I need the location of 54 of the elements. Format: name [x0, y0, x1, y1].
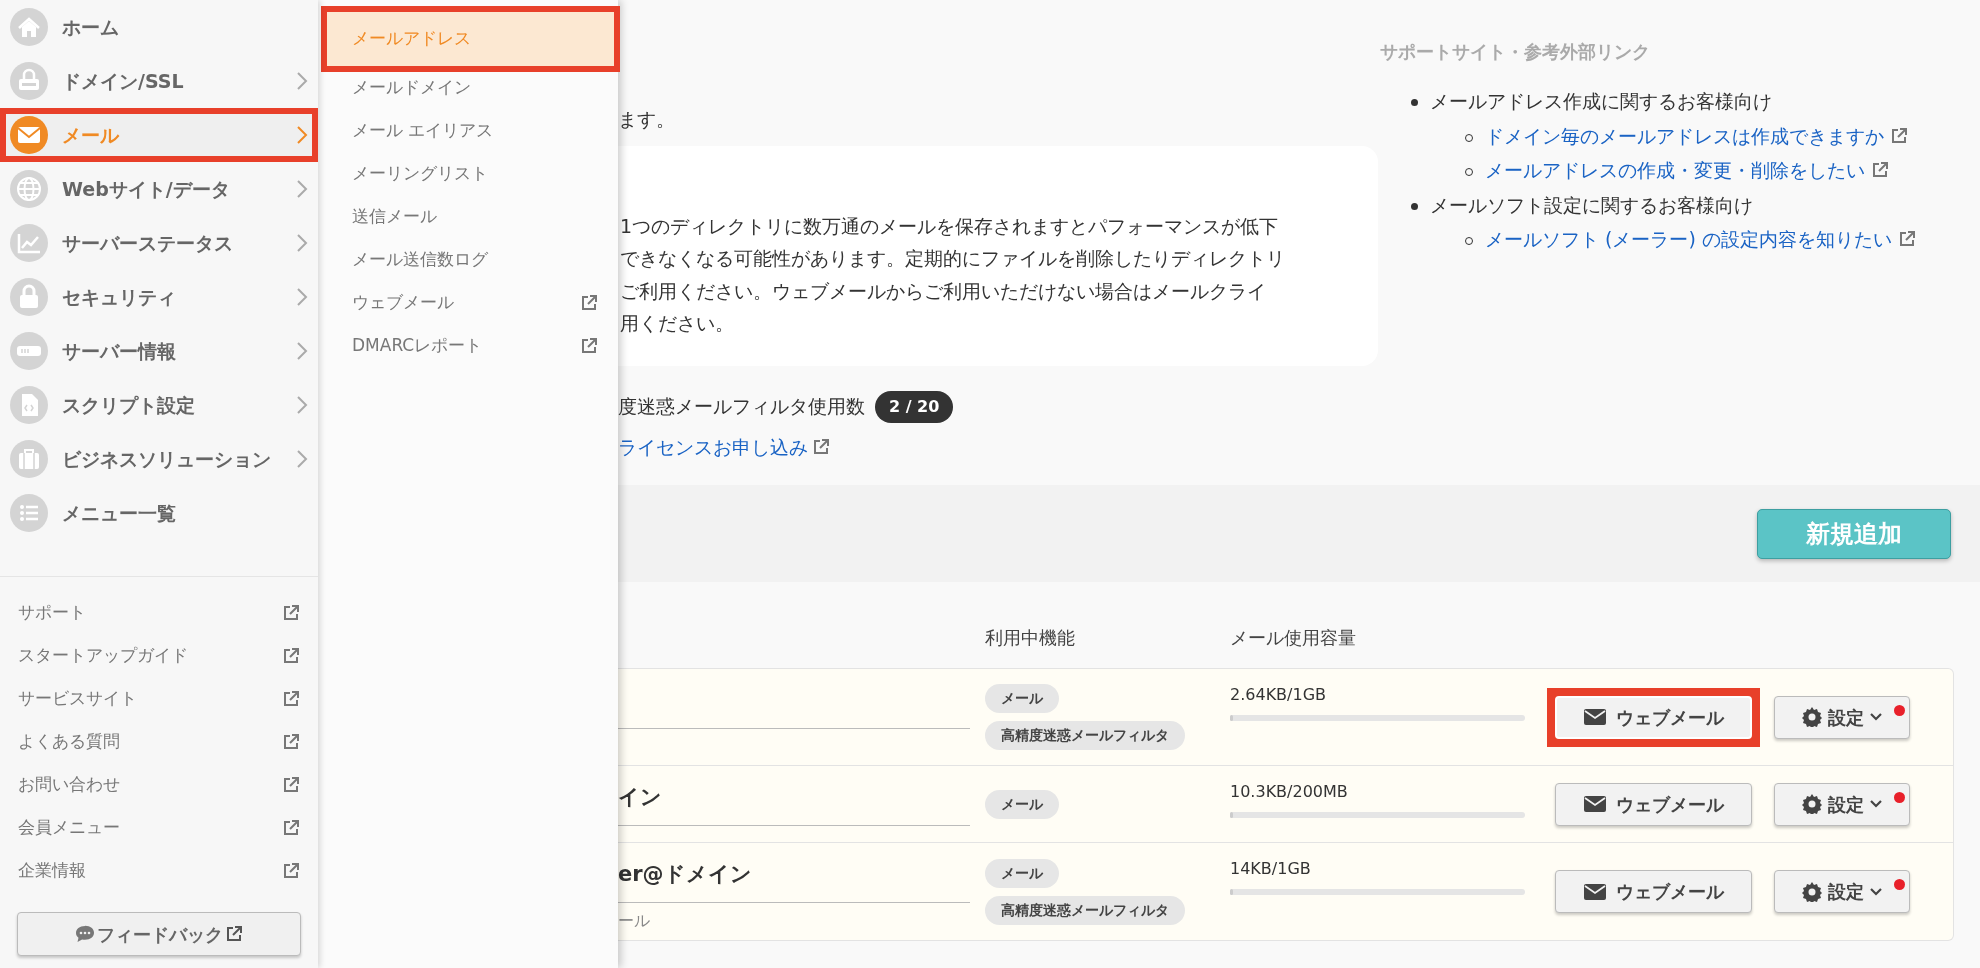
sidebar-item[interactable]: ドメイン/SSL [0, 54, 318, 108]
submenu-item[interactable]: 送信メール [318, 195, 618, 238]
list-text: メールアドレス作成に関するお客様向け [1430, 89, 1772, 114]
usage-label: 度迷惑メールフィルタ使用数 [618, 394, 865, 420]
column-header: 利用中機能 [985, 626, 1076, 650]
sidebar-link[interactable]: 会員メニュー [0, 806, 318, 849]
sidebar-link[interactable]: サポート [0, 591, 318, 634]
support-heading: サポートサイト・参考外部リンク [1380, 40, 1651, 64]
sidebar-link[interactable]: スタートアップガイド [0, 634, 318, 677]
intro-text: ます。 [618, 107, 676, 132]
sidebar-item[interactable]: サーバー情報 [0, 324, 318, 378]
support-link[interactable]: メールアドレスの作成・変更・削除をしたい [1485, 156, 1890, 185]
settings-button[interactable]: 設定 [1774, 782, 1910, 826]
notice-text: 1つのディレクトリに数万通のメールを保存されますとパフォーマンスが低下 できなくなる可能性があります。定期的にファイルを削除したりディレクトリ ご利用ください。ウェブメールからご利用いただけない場合はメールクライ 用ください。 [620, 213, 1286, 336]
sidebar-link[interactable]: サービスサイト [0, 677, 318, 720]
submenu-item[interactable]: DMARCレポート [318, 324, 618, 367]
usage-text: 2.64KB/1GB [1230, 684, 1328, 706]
submenu-item[interactable]: メール エイリアス [318, 109, 618, 152]
column-header: メール使用容量 [1230, 626, 1357, 650]
usage-text: 10.3KB/200MB [1230, 781, 1349, 803]
support-link[interactable]: ドメイン毎のメールアドレスは作成できますか [1485, 121, 1909, 150]
settings-button[interactable]: 設定 [1774, 870, 1910, 913]
sidebar-link[interactable]: お問い合わせ [0, 763, 318, 806]
sidebar-item[interactable]: Webサイト/データ [0, 162, 318, 216]
feature-tag: メール [985, 684, 1059, 713]
webmail-button[interactable]: ウェブメール [1555, 695, 1752, 739]
sidebar-item[interactable]: ビジネスソリューション [0, 432, 318, 486]
list-text: メールソフト設定に関するお客様向け [1430, 192, 1753, 218]
license-link[interactable]: ライセンスお申し込み [618, 432, 830, 461]
sidebar-item[interactable]: メニュー一覧 [0, 486, 318, 540]
webmail-button[interactable]: ウェブメール [1555, 870, 1752, 913]
webmail-button[interactable]: ウェブメール [1555, 782, 1752, 826]
sidebar-item[interactable]: スクリプト設定 [0, 378, 318, 432]
feature-tag: 高精度迷惑メールフィルタ [985, 895, 1185, 925]
support-link[interactable]: メールソフト (メーラー) の設定内容を知りたい [1485, 225, 1916, 254]
feature-tag: メール [985, 789, 1059, 819]
submenu-item[interactable]: メーリングリスト [318, 152, 618, 195]
sidebar-link[interactable]: よくある質問 [0, 720, 318, 763]
account-name: イン [618, 766, 970, 826]
usage-count: 2 / 20 [875, 390, 954, 423]
submenu-item[interactable]: メール送信数ログ [318, 238, 618, 281]
submenu-item[interactable]: ウェブメール [318, 281, 618, 324]
feature-tag: 高精度迷惑メールフィルタ [985, 721, 1185, 750]
sidebar-item[interactable]: サーバーステータス [0, 216, 318, 270]
settings-button[interactable]: 設定 [1774, 695, 1910, 739]
feature-tag: メール [985, 858, 1059, 888]
sidebar-item[interactable]: ホーム [0, 0, 318, 54]
account-note: ール [618, 910, 651, 932]
feedback-button[interactable]: フィードバック [17, 912, 301, 956]
sidebar-item[interactable]: セキュリティ [0, 270, 318, 324]
account-name: er@ドメイン [618, 843, 970, 903]
submenu-item[interactable]: メールドメイン [318, 66, 618, 109]
sidebar-link[interactable]: 企業情報 [0, 849, 318, 892]
usage-text: 14KB/1GB [1230, 858, 1312, 880]
